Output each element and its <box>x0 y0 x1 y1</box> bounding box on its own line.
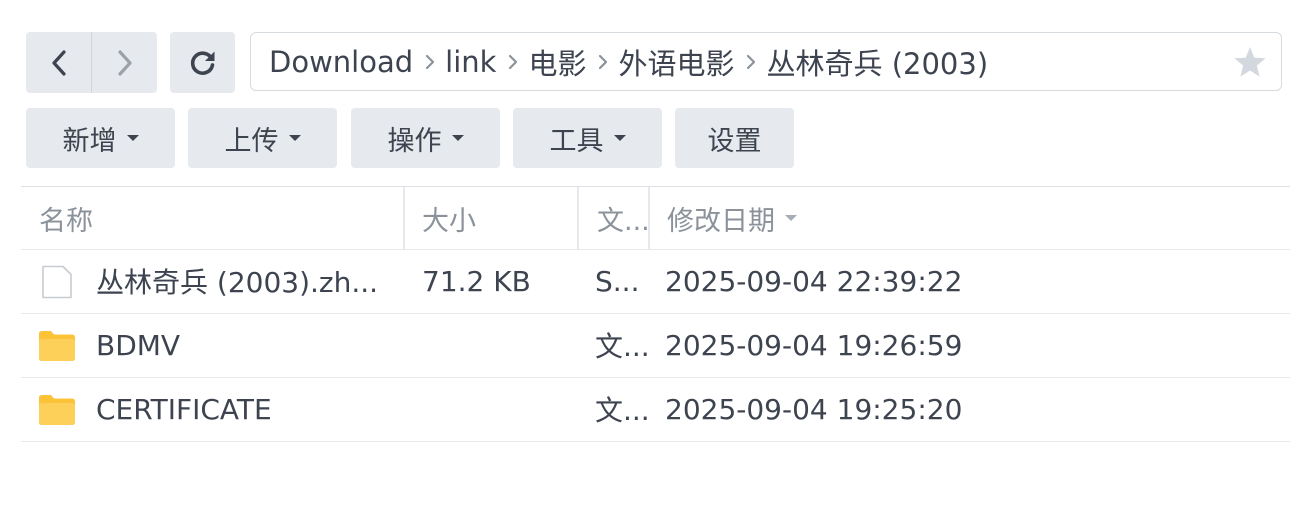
column-header-size[interactable]: 大小 <box>422 187 572 249</box>
column-divider[interactable] <box>648 187 650 249</box>
breadcrumb-link[interactable]: link <box>445 45 496 79</box>
folder-icon <box>39 392 75 428</box>
file-modified: 2025-09-04 19:26:59 <box>665 328 963 362</box>
file-name: BDMV <box>96 328 181 362</box>
breadcrumb-separator-icon <box>508 54 518 70</box>
breadcrumb-movies[interactable]: 电影 <box>528 41 586 83</box>
tools-button[interactable]: 工具 <box>513 108 662 168</box>
file-list: 名称 大小 文... 修改日期 丛林奇兵 (2003).zh... 71.2 K… <box>21 186 1290 442</box>
file-type: 文... <box>595 330 649 363</box>
refresh-button[interactable] <box>170 32 235 93</box>
column-header-modified[interactable]: 修改日期 <box>667 187 967 249</box>
breadcrumb-separator-icon <box>598 54 608 70</box>
column-header-type-label: 文... <box>597 205 650 237</box>
file-size <box>422 378 572 440</box>
column-header-name-label: 名称 <box>39 205 93 237</box>
refresh-icon <box>190 50 214 75</box>
breadcrumb-foreign-movies[interactable]: 外语电影 <box>618 41 734 83</box>
file-icon <box>39 264 75 300</box>
breadcrumb-current-folder[interactable]: 丛林奇兵 (2003) <box>766 41 988 83</box>
table-row[interactable]: 丛林奇兵 (2003).zh... 71.2 KB S... 2025-09-0… <box>21 250 1290 314</box>
column-divider[interactable] <box>577 187 579 249</box>
action-button-label: 操作 <box>387 125 442 157</box>
column-header-modified-label: 修改日期 <box>667 205 775 237</box>
file-modified: 2025-09-04 19:25:20 <box>665 392 963 426</box>
breadcrumb-download[interactable]: Download <box>269 45 413 79</box>
file-modified: 2025-09-04 22:39:22 <box>665 264 963 298</box>
upload-button-label: 上传 <box>224 125 279 157</box>
back-button[interactable] <box>26 32 91 93</box>
table-row[interactable]: CERTIFICATE 文... 2025-09-04 19:25:20 <box>21 378 1290 442</box>
column-header-size-label: 大小 <box>422 205 476 237</box>
column-header-type[interactable]: 文... <box>597 187 651 249</box>
path-bar[interactable]: Download link 电影 外语电影 丛林奇兵 (2003) <box>250 32 1282 91</box>
dropdown-caret-icon <box>613 135 626 141</box>
table-row[interactable]: BDMV 文... 2025-09-04 19:26:59 <box>21 314 1290 378</box>
sort-descending-icon <box>785 215 797 221</box>
history-buttons <box>26 32 157 93</box>
file-size: 71.2 KB <box>422 264 531 298</box>
dropdown-caret-icon <box>288 135 301 141</box>
column-divider[interactable] <box>403 187 405 249</box>
forward-button[interactable] <box>92 32 157 93</box>
favorite-button[interactable] <box>1233 45 1267 79</box>
dropdown-caret-icon <box>451 135 464 141</box>
settings-button-label: 设置 <box>707 125 762 157</box>
breadcrumb-separator-icon <box>425 54 435 70</box>
new-button[interactable]: 新增 <box>26 108 175 168</box>
file-type: 文... <box>595 394 649 427</box>
file-name: 丛林奇兵 (2003).zh... <box>96 266 379 299</box>
upload-button[interactable]: 上传 <box>188 108 337 168</box>
column-header-name[interactable]: 名称 <box>39 187 399 249</box>
file-type: S... <box>595 264 640 298</box>
folder-icon <box>39 328 75 364</box>
file-size <box>422 314 572 376</box>
table-header: 名称 大小 文... 修改日期 <box>21 186 1290 250</box>
new-button-label: 新增 <box>62 125 117 157</box>
tools-button-label: 工具 <box>549 125 604 157</box>
settings-button[interactable]: 设置 <box>675 108 794 168</box>
dropdown-caret-icon <box>126 135 139 141</box>
star-icon <box>1234 47 1266 77</box>
forward-chevron-icon <box>117 49 132 76</box>
file-name: CERTIFICATE <box>96 392 272 426</box>
breadcrumb-separator-icon <box>746 54 756 70</box>
back-chevron-icon <box>51 49 66 76</box>
action-button[interactable]: 操作 <box>351 108 500 168</box>
